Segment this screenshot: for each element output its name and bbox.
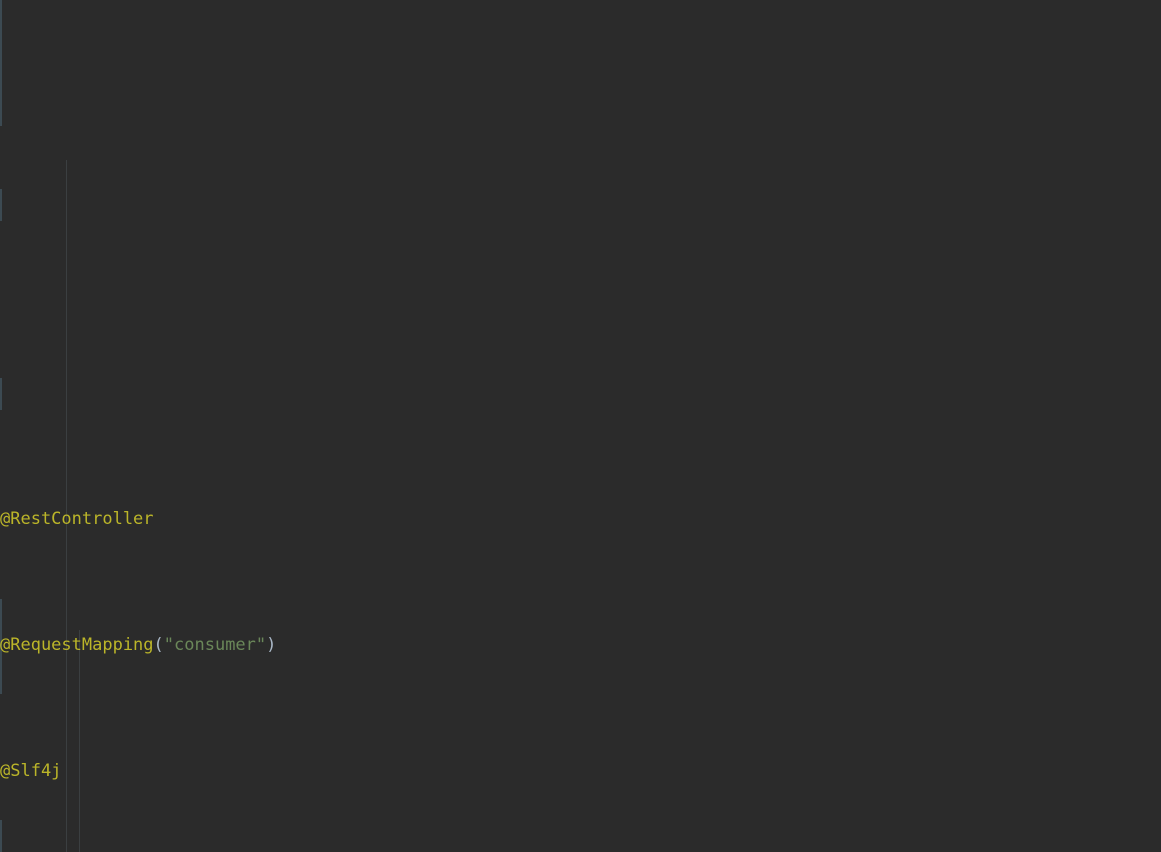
- punctuation: ): [266, 635, 277, 655]
- change-bar: [0, 378, 2, 410]
- annotation-token: @RequestMapping: [0, 635, 154, 655]
- code-line[interactable]: @RestController: [0, 504, 1161, 536]
- code-line[interactable]: @Slf4j: [0, 756, 1161, 788]
- annotation-token: @RestController: [0, 509, 154, 529]
- annotation-token: @Slf4j: [0, 761, 62, 781]
- code-line[interactable]: @RequestMapping("consumer"): [0, 630, 1161, 662]
- change-bar: [0, 189, 2, 221]
- code-editor[interactable]: @RestController @RequestMapping("consume…: [0, 0, 1161, 852]
- change-bar: [0, 0, 2, 126]
- string-literal: "consumer": [163, 635, 267, 655]
- indent-guide: [79, 630, 80, 852]
- punctuation: (: [153, 635, 164, 655]
- change-bar: [0, 820, 2, 852]
